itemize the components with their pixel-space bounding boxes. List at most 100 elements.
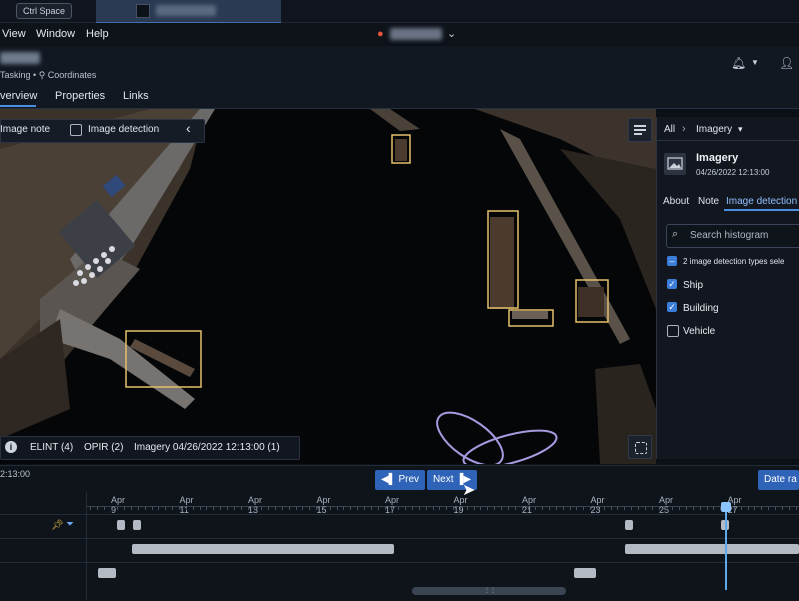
- timeline-minor-tick: [316, 507, 317, 510]
- pin-icon[interactable]: 📌︎: [51, 520, 64, 531]
- timeline-minor-tick: [624, 507, 625, 510]
- timeline-minor-tick: [234, 507, 235, 510]
- timeline-minor-tick: [563, 507, 564, 510]
- timeline-event[interactable]: [625, 544, 799, 554]
- shortcut-hint[interactable]: Ctrl Space: [16, 3, 73, 19]
- breadcrumb-imagery[interactable]: Imagery: [696, 124, 732, 135]
- timeline-minor-tick: [220, 507, 221, 510]
- object-subtitle: Tasking • ⚲ Coordinates: [0, 70, 96, 81]
- timeline-minor-tick: [439, 507, 440, 510]
- timeline-event[interactable]: [117, 520, 125, 530]
- timeline-minor-tick: [261, 507, 262, 510]
- tab-about[interactable]: About: [663, 196, 689, 207]
- current-time-handle[interactable]: [721, 502, 731, 512]
- select-all-checkbox[interactable]: –: [667, 256, 677, 266]
- info-icon[interactable]: i: [5, 441, 17, 453]
- row-divider: [0, 514, 799, 515]
- filter-icon[interactable]: ⏷: [66, 519, 74, 530]
- tab-title-redacted: [156, 5, 216, 16]
- timeline-minor-tick: [665, 507, 666, 510]
- timeline-minor-tick: [254, 507, 255, 510]
- user-icon[interactable]: 👤︎: [779, 56, 794, 70]
- bell-icon[interactable]: 🔔︎: [731, 56, 746, 70]
- timeline-minor-tick: [576, 507, 577, 510]
- ship-label[interactable]: Ship: [683, 280, 703, 291]
- timeline-event[interactable]: [625, 520, 633, 530]
- menu-window[interactable]: Window: [36, 28, 75, 40]
- timeline-minor-tick: [138, 507, 139, 510]
- tab-links[interactable]: Links: [123, 90, 149, 102]
- breadcrumb-coordinates[interactable]: Coordinates: [48, 70, 97, 80]
- timeline-minor-tick: [645, 507, 646, 510]
- object-title-redacted: [0, 52, 40, 64]
- timeline-minor-tick: [652, 507, 653, 510]
- image-detection-label[interactable]: Image detection: [88, 124, 159, 135]
- timeline-minor-tick: [378, 507, 379, 510]
- timeline-minor-tick: [494, 507, 495, 510]
- imagery-map[interactable]: [0, 109, 656, 464]
- timeline-minor-tick: [165, 507, 166, 510]
- fit-view-icon[interactable]: [628, 435, 652, 459]
- timeline-event[interactable]: [574, 568, 596, 578]
- timeline-minor-tick: [501, 507, 502, 510]
- chevron-down-icon[interactable]: ⌄: [447, 27, 456, 40]
- building-checkbox[interactable]: ✓: [667, 302, 677, 312]
- image-note-toggle[interactable]: Image note: [0, 124, 50, 135]
- breadcrumb-all[interactable]: All: [664, 124, 675, 135]
- timeline-minor-tick: [200, 507, 201, 510]
- vehicle-checkbox[interactable]: [667, 325, 679, 337]
- timeline-minor-tick: [90, 507, 91, 510]
- panel-menu-icon[interactable]: [628, 118, 652, 142]
- tab-note[interactable]: Note: [698, 196, 719, 207]
- tab-image-detection-underline: [724, 209, 799, 211]
- vehicle-label[interactable]: Vehicle: [683, 326, 715, 337]
- timeline-minor-tick: [186, 507, 187, 510]
- timeline-minor-tick: [693, 507, 694, 510]
- timeline-minor-tick: [796, 507, 797, 510]
- timeline-event[interactable]: [98, 568, 116, 578]
- breadcrumb-tasking[interactable]: Tasking: [0, 70, 31, 80]
- building-label[interactable]: Building: [683, 303, 719, 314]
- timeline-minor-tick: [611, 507, 612, 510]
- prev-icon: ◀▌: [380, 474, 399, 485]
- tab-properties[interactable]: Properties: [55, 90, 105, 102]
- timeline-event[interactable]: [133, 520, 141, 530]
- timeline-minor-tick: [467, 507, 468, 510]
- caret-down-icon[interactable]: ▼: [751, 58, 759, 67]
- timeline-scrollbar[interactable]: ⋮⋮: [412, 587, 566, 595]
- timeline-event[interactable]: [132, 544, 394, 554]
- timeline-minor-tick: [227, 507, 228, 510]
- timeline-minor-tick: [206, 507, 207, 510]
- timeline-minor-tick: [104, 507, 105, 510]
- current-time-marker: [725, 506, 727, 590]
- location-selector-redacted[interactable]: [390, 28, 442, 40]
- opir-count[interactable]: OPIR (2): [84, 442, 123, 453]
- timeline-minor-tick: [152, 507, 153, 510]
- collapse-chevron-icon[interactable]: ‹: [186, 120, 191, 136]
- tab-overview[interactable]: verview: [0, 90, 37, 102]
- timeline-minor-tick: [631, 507, 632, 510]
- image-detection-checkbox[interactable]: [70, 124, 82, 136]
- timeline-tick-label: Apr 11: [179, 495, 194, 515]
- timeline-tick-label: Apr 15: [316, 495, 331, 515]
- tab-image-detection[interactable]: Image detection: [726, 196, 799, 207]
- imagery-count[interactable]: Imagery 04/26/2022 12:13:00 (1): [134, 442, 280, 453]
- timeline-tick-label: Apr 25: [659, 495, 674, 515]
- timeline-minor-tick: [556, 507, 557, 510]
- image-icon: [664, 153, 686, 175]
- menu-view[interactable]: View: [2, 28, 26, 40]
- grip-icon: ⋮⋮: [484, 588, 496, 594]
- row-divider: [0, 562, 799, 563]
- elint-count[interactable]: ELINT (4): [30, 442, 73, 453]
- prev-button[interactable]: ◀▌ Prev: [375, 470, 425, 490]
- timeline-minor-tick: [111, 507, 112, 510]
- ship-checkbox[interactable]: ✓: [667, 279, 677, 289]
- timeline-minor-tick: [604, 507, 605, 510]
- timeline-minor-tick: [213, 507, 214, 510]
- timeline-minor-tick: [460, 507, 461, 510]
- caret-down-icon[interactable]: ▾: [738, 124, 743, 135]
- timeline-minor-tick: [528, 507, 529, 510]
- menu-help[interactable]: Help: [86, 28, 109, 40]
- date-range-button[interactable]: Date ra: [758, 470, 799, 490]
- breadcrumb-separator: ›: [682, 123, 686, 135]
